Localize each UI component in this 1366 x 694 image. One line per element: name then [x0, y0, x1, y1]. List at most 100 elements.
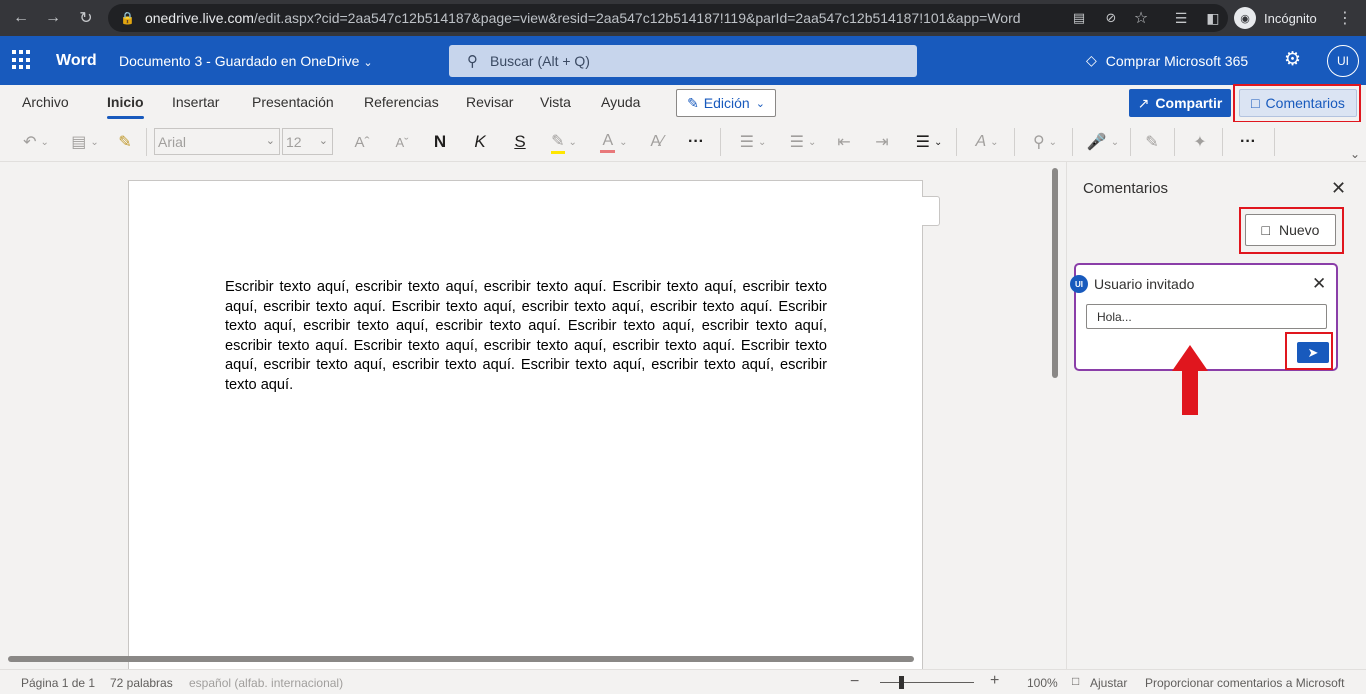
- back-icon[interactable]: ←: [10, 7, 32, 29]
- browser-menu-icon[interactable]: ⋮: [1334, 7, 1356, 29]
- chevron-down-icon: ⌄: [318, 135, 328, 147]
- align-icon[interactable]: ☰ ⌄: [910, 130, 948, 154]
- fit-button[interactable]: Ajustar: [1090, 676, 1127, 690]
- font-color-icon[interactable]: A ⌄: [596, 130, 632, 154]
- language-status[interactable]: español (alfab. internacional): [189, 676, 343, 690]
- comments-pane: Comentarios ✕ □ Nuevo UI Usuario invitad…: [1066, 162, 1366, 669]
- font-size-select[interactable]: 12 ⌄: [282, 128, 333, 155]
- search-icon: ⚲: [467, 53, 478, 70]
- ribbon-tabs: Archivo Inicio Insertar Presentación Ref…: [0, 84, 1366, 123]
- indent-icon[interactable]: ⇥: [870, 130, 894, 154]
- doc-title[interactable]: Documento 3 - Guardado en OneDrive ⌄: [119, 53, 373, 69]
- forward-icon[interactable]: →: [42, 7, 64, 29]
- zoom-level[interactable]: 100%: [1027, 676, 1058, 690]
- lock-icon: 🔒: [120, 11, 135, 25]
- word-count[interactable]: 72 palabras: [110, 676, 173, 690]
- reload-icon[interactable]: ↻: [75, 7, 97, 29]
- formatting-toolbar: ↶ ⌄ ▤ ⌄ ✎ Arial ⌄ 12 ⌄ Aˆ Aˇ N K S ✎ ⌄ A ⌄ A…: [0, 122, 1366, 162]
- toolbar-divider: [720, 128, 721, 156]
- status-bar: Página 1 de 1 72 palabras español (alfab…: [0, 669, 1366, 694]
- undo-icon[interactable]: ↶ ⌄: [16, 130, 56, 154]
- dictate-icon[interactable]: 🎤 ⌄: [1084, 130, 1122, 154]
- buy-label: Comprar Microsoft 365: [1105, 52, 1249, 69]
- comments-pane-title: Comentarios: [1083, 180, 1169, 197]
- underline-button[interactable]: S: [510, 130, 530, 154]
- feedback-link[interactable]: Proporcionar comentarios a Microsoft: [1145, 676, 1344, 690]
- highlight-icon[interactable]: ✎ ⌄: [548, 130, 580, 154]
- tab-revisar[interactable]: Revisar: [466, 94, 513, 110]
- designer-icon[interactable]: ✦: [1188, 130, 1212, 154]
- document-body[interactable]: Escribir texto aquí, escribir texto aquí…: [225, 278, 827, 395]
- italic-button[interactable]: K: [470, 130, 490, 154]
- toolbar-divider: [956, 128, 957, 156]
- toolbar-divider: [1174, 128, 1175, 156]
- grow-font-icon[interactable]: Aˆ: [350, 130, 374, 154]
- find-icon[interactable]: ⚲ ⌄: [1026, 130, 1064, 154]
- tab-vista[interactable]: Vista: [540, 94, 571, 110]
- star-icon[interactable]: ☆: [1130, 7, 1152, 29]
- tab-presentacion[interactable]: Presentación: [252, 94, 334, 110]
- sidepanel-icon[interactable]: ◧: [1202, 7, 1224, 29]
- styles-icon[interactable]: A ⌄: [968, 130, 1006, 154]
- search-placeholder: Buscar (Alt + Q): [490, 53, 590, 69]
- gear-icon[interactable]: ⚙: [1284, 48, 1301, 71]
- chevron-down-icon: ⌄: [755, 97, 765, 110]
- incognito-icon: ◉: [1234, 7, 1256, 29]
- incognito-shield-icon[interactable]: ▤: [1068, 7, 1090, 29]
- horizontal-scrollbar[interactable]: [8, 656, 914, 662]
- more-font-options-icon[interactable]: ···: [684, 130, 708, 154]
- tab-inicio[interactable]: Inicio: [107, 94, 144, 119]
- zoom-out-icon[interactable]: −: [850, 673, 859, 691]
- arrow-up-icon: [1172, 345, 1208, 415]
- eye-off-icon[interactable]: ⊘: [1100, 7, 1122, 29]
- close-icon[interactable]: ✕: [1312, 274, 1326, 294]
- outdent-icon[interactable]: ⇤: [832, 130, 856, 154]
- avatar[interactable]: UI: [1327, 45, 1359, 77]
- highlight-box-new: [1239, 207, 1344, 254]
- bold-button[interactable]: N: [430, 130, 450, 154]
- toolbar-divider: [146, 128, 147, 156]
- comment-input[interactable]: Hola...: [1086, 304, 1327, 329]
- document-canvas: Escribir texto aquí, escribir texto aquí…: [0, 162, 1066, 669]
- tab-referencias[interactable]: Referencias: [364, 94, 439, 110]
- media-icon[interactable]: ☰: [1170, 7, 1192, 29]
- editor-icon[interactable]: ✎: [1140, 130, 1164, 154]
- tab-archivo[interactable]: Archivo: [22, 94, 69, 110]
- clear-format-icon[interactable]: A∕: [645, 130, 669, 154]
- share-button[interactable]: ↗ Compartir: [1129, 89, 1231, 117]
- fit-icon[interactable]: □: [1072, 674, 1079, 688]
- document-page[interactable]: Escribir texto aquí, escribir texto aquí…: [128, 180, 923, 669]
- paste-icon[interactable]: ▤ ⌄: [66, 130, 104, 154]
- vertical-scrollbar[interactable]: [1052, 168, 1058, 378]
- page-count[interactable]: Página 1 de 1: [21, 676, 95, 690]
- pencil-icon: ✎: [687, 94, 699, 111]
- format-painter-icon[interactable]: ✎: [114, 130, 136, 154]
- bullets-icon[interactable]: ☰ ⌄: [734, 130, 772, 154]
- address-bar[interactable]: 🔒 onedrive.live.com/edit.aspx?cid=2aa547…: [108, 4, 1228, 32]
- search-box[interactable]: ⚲ Buscar (Alt + Q): [449, 45, 917, 77]
- shrink-font-icon[interactable]: Aˇ: [390, 130, 414, 154]
- more-options-icon[interactable]: ···: [1236, 130, 1260, 154]
- close-icon[interactable]: ✕: [1331, 178, 1346, 199]
- avatar: UI: [1070, 275, 1088, 293]
- toolbar-divider: [1222, 128, 1223, 156]
- incognito-badge[interactable]: ◉ Incógnito: [1234, 7, 1317, 29]
- zoom-slider-thumb[interactable]: [899, 676, 904, 689]
- tab-ayuda[interactable]: Ayuda: [601, 94, 640, 110]
- app-header: Word Documento 3 - Guardado en OneDrive …: [0, 36, 1366, 85]
- numbering-icon[interactable]: ☰ ⌄: [784, 130, 822, 154]
- url-text: onedrive.live.com/edit.aspx?cid=2aa547c1…: [144, 10, 1021, 26]
- tab-insertar[interactable]: Insertar: [172, 94, 219, 110]
- editing-mode-button[interactable]: ✎ Edición ⌄: [676, 89, 776, 117]
- diamond-icon: ◇: [1086, 52, 1097, 68]
- app-name[interactable]: Word: [56, 52, 97, 70]
- font-name-select[interactable]: Arial ⌄: [154, 128, 280, 155]
- buy-microsoft-365-link[interactable]: ◇ Comprar Microsoft 365: [1086, 52, 1248, 69]
- zoom-in-icon[interactable]: +: [990, 672, 999, 690]
- share-icon: ↗: [1137, 94, 1150, 111]
- waffle-icon[interactable]: [12, 50, 32, 70]
- toolbar-divider: [1130, 128, 1131, 156]
- editing-mode-label: Edición: [703, 95, 750, 111]
- zoom-slider[interactable]: [880, 682, 974, 683]
- toolbar-divider: [1072, 128, 1073, 156]
